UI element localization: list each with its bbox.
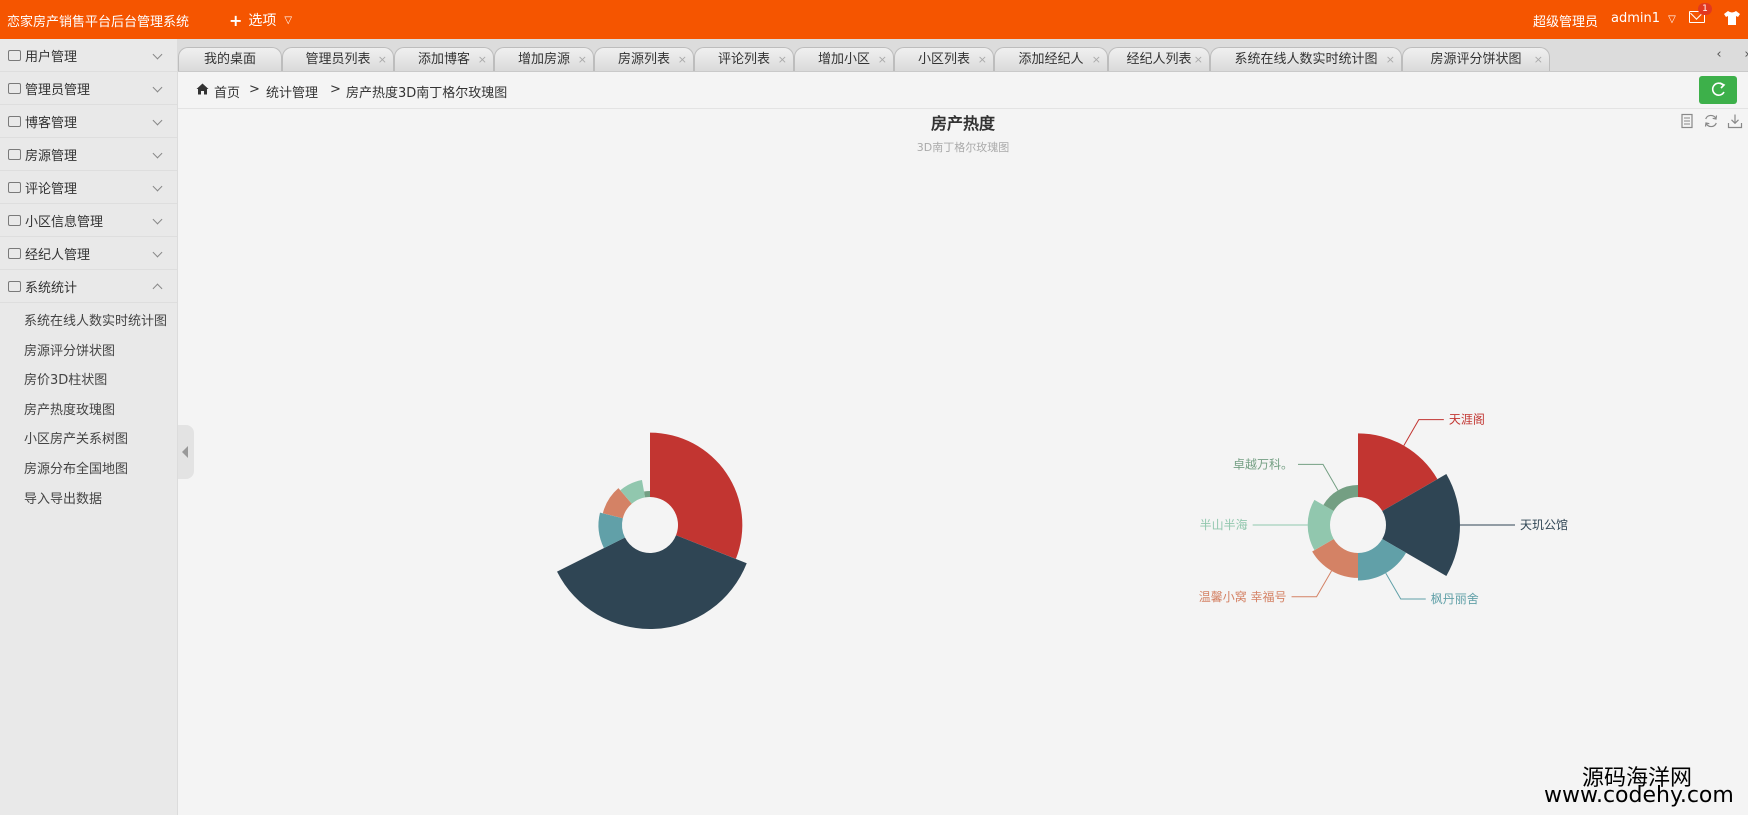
series-label-3: 温馨小窝 幸福号 [1199, 589, 1287, 604]
rose-radius-slice-0[interactable] [650, 432, 743, 559]
rose-area-slice-5[interactable] [1323, 485, 1358, 511]
label-line-3 [1291, 570, 1332, 598]
rose-chart: 天涯阁天玑公馆枫丹丽舍 温馨小窝 幸福号半山半海 卓越万科。 [557, 413, 1568, 629]
series-label-2: 枫丹丽舍 [1431, 591, 1479, 606]
rose-radius-slice-5[interactable] [644, 491, 650, 498]
series-label-5: 卓越万科。 [1233, 457, 1293, 471]
label-line-5 [1298, 463, 1339, 491]
series-label-4: 半山半海 [1200, 517, 1248, 532]
series-label-0: 天涯阁 [1449, 413, 1485, 427]
series-label-1: 天玑公馆 [1520, 517, 1568, 532]
label-line-0 [1403, 419, 1444, 446]
label-line-2 [1385, 572, 1426, 600]
watermark-url: www.codehy.com [1544, 783, 1734, 808]
